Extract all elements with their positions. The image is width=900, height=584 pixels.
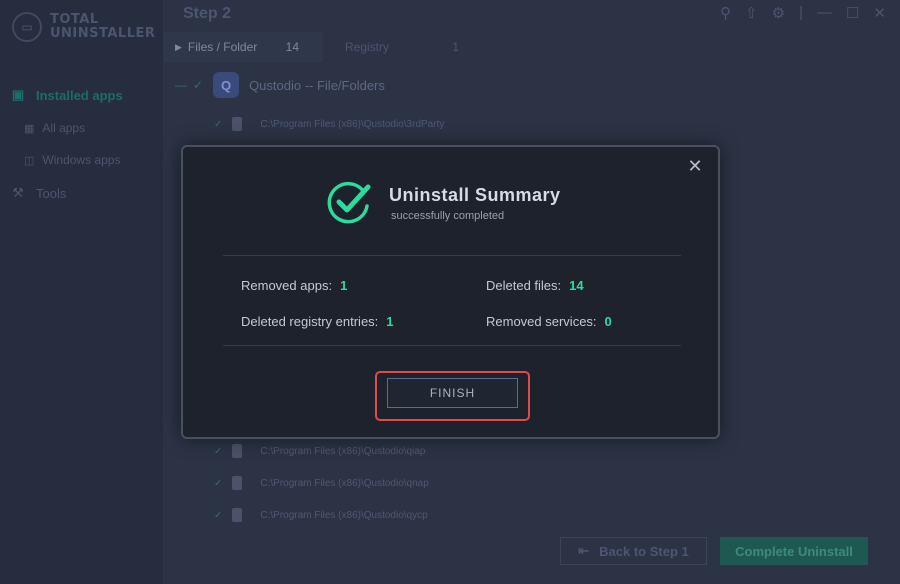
close-window-icon[interactable]: ✕ (873, 4, 886, 22)
back-to-step-1-button[interactable]: ⇤ Back to Step 1 (560, 537, 707, 565)
qustodio-app-icon: Q (213, 72, 240, 98)
tab-count: 14 (285, 40, 299, 54)
checkbox-checked-icon[interactable]: ✓ (193, 78, 203, 92)
page-title: Step 2 (183, 5, 232, 22)
app-group-row[interactable]: — ✓ Q Qustodio -- File/Folders (175, 72, 385, 98)
close-icon[interactable]: ✕ (686, 157, 704, 175)
dialog-title: Uninstall Summary (389, 185, 561, 205)
list-item[interactable]: ✓ C:\Program Files (x86)\Qustodio\qycp (214, 508, 428, 522)
sidebar-item-label: Installed apps (36, 87, 123, 103)
stat-removed-services: Removed services: 0 (486, 314, 612, 329)
grid-icon: ▦ (24, 122, 35, 135)
collapse-icon[interactable]: — (175, 78, 187, 92)
separator: | (799, 4, 803, 21)
sidebar-item-label: All apps (42, 121, 86, 135)
divider (223, 345, 681, 346)
dialog-subtitle: successfully completed (391, 210, 505, 222)
box-icon: ▣ (11, 87, 25, 102)
stat-label: Deleted files: (486, 278, 562, 293)
stat-removed-apps: Removed apps: 1 (241, 278, 347, 293)
success-check-icon (327, 181, 371, 224)
tab-label: Files / Folder (187, 40, 258, 54)
complete-uninstall-button[interactable]: Complete Uninstall (720, 537, 868, 565)
sidebar: ▭ TOTAL UNINSTALLER ▣ Installed apps ▦ A… (0, 0, 163, 584)
list-item[interactable]: ✓ C:\Program Files (x86)\Qustodio\qiap (214, 444, 425, 458)
file-icon (232, 444, 243, 458)
stat-label: Deleted registry entries: (241, 314, 379, 329)
stat-label: Removed apps: (241, 278, 333, 293)
stat-value: 0 (604, 314, 612, 329)
file-path: C:\Program Files (x86)\Qustodio\qiap (260, 445, 426, 457)
minimize-icon[interactable]: — (817, 4, 832, 22)
checkbox-checked-icon[interactable]: ✓ (214, 478, 222, 489)
file-icon (232, 117, 243, 131)
stat-value: 1 (340, 278, 348, 293)
brand-line-1: TOTAL (50, 12, 99, 27)
stat-label: Removed services: (486, 314, 597, 329)
toolbar: ⚲ ⇧ ⚙ | — ☐ ✕ (720, 4, 886, 22)
sidebar-item-label: Windows apps (42, 153, 121, 167)
back-button-label: Back to Step 1 (599, 543, 689, 559)
sidebar-item-label: Tools (36, 185, 67, 201)
list-item[interactable]: ✓ C:\Program Files (x86)\Qustodio\3rdPar… (214, 117, 444, 131)
checkbox-checked-icon[interactable]: ✓ (214, 510, 222, 521)
stat-deleted-registry: Deleted registry entries: 1 (241, 314, 394, 329)
sidebar-item-installed-apps[interactable]: ▣ Installed apps (10, 87, 123, 103)
finish-button[interactable]: FINISH (387, 378, 518, 408)
app-logo: ▭ TOTAL UNINSTALLER (12, 12, 155, 42)
sidebar-item-all-apps[interactable]: ▦ All apps (24, 121, 85, 135)
file-path: C:\Program Files (x86)\Qustodio\qycp (260, 509, 428, 521)
tab-bar: ▶ Files / Folder 14 Registry 1 (163, 32, 900, 62)
stat-value: 1 (386, 314, 394, 329)
app-group-name: Qustodio -- File/Folders (249, 77, 385, 93)
list-item[interactable]: ✓ C:\Program Files (x86)\Qustodio\qnap (214, 476, 429, 490)
file-icon (232, 476, 243, 490)
stat-deleted-files: Deleted files: 14 (486, 278, 584, 293)
trash-logo-icon: ▭ (12, 12, 42, 42)
checkbox-checked-icon[interactable]: ✓ (214, 446, 222, 457)
brand-line-2: UNINSTALLER (50, 26, 156, 41)
uninstall-summary-dialog: ✕ Uninstall Summary successfully complet… (181, 145, 720, 439)
file-path: C:\Program Files (x86)\Qustodio\qnap (260, 477, 429, 489)
file-path: C:\Program Files (x86)\Qustodio\3rdParty (260, 118, 445, 130)
export-icon[interactable]: ⇧ (745, 4, 758, 22)
sidebar-item-windows-apps[interactable]: ◫ Windows apps (24, 153, 120, 167)
file-icon (232, 508, 243, 522)
search-icon[interactable]: ⚲ (720, 4, 731, 22)
complete-button-label: Complete Uninstall (735, 543, 853, 559)
chevron-right-icon: ▶ (175, 41, 182, 52)
divider (223, 255, 681, 256)
tab-registry[interactable]: Registry 1 (323, 32, 483, 62)
wrench-icon: ⚒ (12, 185, 24, 200)
arrow-left-icon: ⇤ (578, 543, 590, 558)
sidebar-item-tools[interactable]: ⚒ Tools (10, 185, 66, 201)
stat-value: 14 (569, 278, 584, 293)
tab-count: 1 (452, 40, 459, 54)
tab-files-folder[interactable]: ▶ Files / Folder 14 (163, 32, 323, 62)
gear-icon[interactable]: ⚙ (772, 4, 785, 22)
checkbox-checked-icon[interactable]: ✓ (214, 119, 222, 130)
windows-icon: ◫ (24, 154, 35, 167)
tab-label: Registry (345, 40, 390, 54)
maximize-icon[interactable]: ☐ (846, 4, 859, 22)
